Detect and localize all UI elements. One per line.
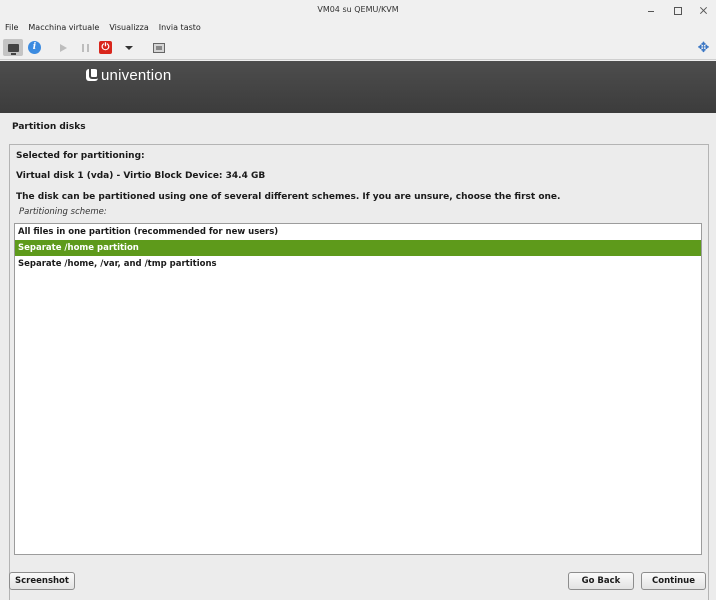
menu-view[interactable]: Visualizza bbox=[109, 23, 148, 32]
menu-send-key[interactable]: Invia tasto bbox=[159, 23, 201, 32]
scheme-option-separate-home[interactable]: Separate /home partition bbox=[15, 240, 701, 256]
maximize-icon[interactable] bbox=[672, 5, 682, 15]
pause-icon[interactable] bbox=[77, 39, 94, 56]
installer-banner: univention bbox=[0, 61, 716, 113]
console-icon[interactable] bbox=[3, 39, 23, 56]
screenshot-button[interactable]: Screenshot bbox=[9, 572, 75, 590]
window-title: VM04 su QEMU/KVM bbox=[317, 5, 399, 14]
scheme-option-separate-home-var-tmp[interactable]: Separate /home, /var, and /tmp partition… bbox=[15, 256, 701, 272]
snapshot-icon[interactable] bbox=[150, 39, 167, 56]
univention-logo: univention bbox=[86, 66, 171, 84]
window-titlebar: VM04 su QEMU/KVM bbox=[0, 0, 716, 19]
dropdown-icon[interactable] bbox=[120, 39, 137, 56]
minimize-icon[interactable] bbox=[646, 5, 656, 15]
info-icon[interactable]: i bbox=[26, 39, 43, 56]
logo-text: univention bbox=[101, 66, 172, 84]
play-icon[interactable] bbox=[55, 39, 72, 56]
vm-display[interactable]: univention Partition disks Selected for … bbox=[0, 61, 716, 600]
continue-button[interactable]: Continue bbox=[641, 572, 706, 590]
go-back-button[interactable]: Go Back bbox=[568, 572, 634, 590]
menu-file[interactable]: File bbox=[5, 23, 18, 32]
power-icon[interactable]: ⏻ bbox=[97, 39, 114, 56]
fullscreen-icon[interactable]: ✥ bbox=[695, 39, 712, 56]
selected-label: Selected for partitioning: bbox=[16, 151, 145, 161]
close-icon[interactable] bbox=[698, 5, 708, 15]
menu-bar: File Macchina virtuale Visualizza Invia … bbox=[0, 19, 716, 35]
menu-virtual-machine[interactable]: Macchina virtuale bbox=[28, 23, 99, 32]
content-panel: Selected for partitioning: Virtual disk … bbox=[9, 144, 709, 600]
scheme-option-all-in-one[interactable]: All files in one partition (recommended … bbox=[15, 224, 701, 240]
description-text: The disk can be partitioned using one of… bbox=[16, 192, 561, 202]
partition-scheme-list[interactable]: All files in one partition (recommended … bbox=[14, 223, 702, 555]
scheme-label: Partitioning scheme: bbox=[19, 207, 107, 217]
page-title: Partition disks bbox=[12, 122, 86, 132]
window-controls bbox=[646, 0, 708, 19]
univention-logo-icon bbox=[86, 69, 99, 81]
disk-label: Virtual disk 1 (vda) - Virtio Block Devi… bbox=[16, 171, 266, 181]
toolbar: i ⏻ ✥ bbox=[0, 35, 716, 60]
